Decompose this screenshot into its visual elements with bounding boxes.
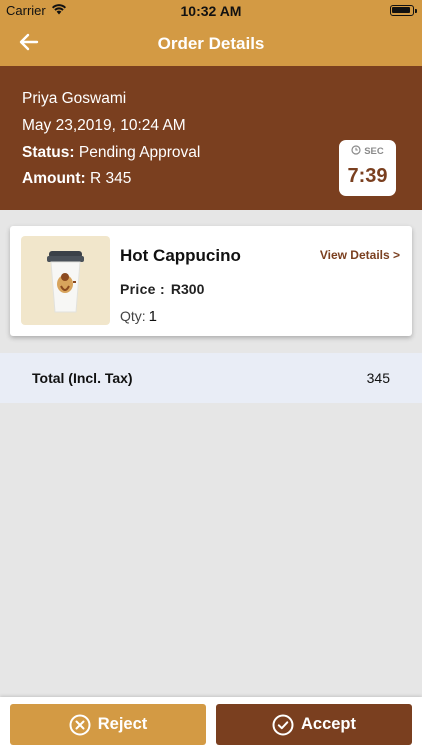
view-details-link[interactable]: View Details > — [320, 248, 400, 262]
accept-label: Accept — [300, 715, 357, 733]
price-value: R300 — [170, 281, 205, 297]
item-image — [21, 236, 110, 325]
reject-button[interactable]: Reject — [10, 704, 206, 745]
price-label: Price : — [120, 281, 165, 297]
amount-value: R 345 — [90, 170, 132, 187]
item-price: Price : R300 — [120, 281, 204, 297]
close-circle-icon — [69, 714, 91, 736]
nav-bar: Order Details — [0, 22, 422, 66]
timer-unit-row: SEC — [339, 145, 396, 158]
status-label: Status: — [22, 144, 75, 161]
order-item-card: Hot Cappucino View Details > Price : R300… — [10, 226, 412, 336]
qty-label: Qty: — [120, 308, 146, 324]
order-amount: Amount: R 345 — [22, 170, 131, 188]
battery-icon — [390, 5, 417, 16]
action-bar: Reject Accept — [0, 697, 422, 750]
countdown-timer: SEC 7:39 — [339, 140, 396, 196]
total-value: 345 — [366, 370, 390, 386]
order-date: May 23,2019, 10:24 AM — [22, 117, 186, 134]
status-time: 10:32 AM — [180, 3, 242, 19]
accept-button[interactable]: Accept — [216, 704, 412, 745]
customer-name: Priya Goswami — [22, 90, 127, 107]
timer-unit: SEC — [364, 146, 384, 157]
coffee-cup-icon — [21, 251, 110, 329]
clock-icon — [351, 145, 361, 158]
item-qty: Qty: 1 — [120, 308, 157, 325]
qty-value: 1 — [148, 308, 158, 325]
timer-value: 7:39 — [347, 165, 388, 187]
amount-label: Amount: — [22, 170, 86, 187]
item-name: Hot Cappucino — [120, 246, 241, 265]
total-row: Total (Incl. Tax) 345 — [0, 353, 422, 403]
order-status: Status: Pending Approval — [22, 144, 200, 162]
check-circle-icon — [272, 714, 294, 736]
reject-label: Reject — [97, 715, 148, 733]
status-bar: Carrier 10:32 AM — [0, 0, 422, 22]
total-label: Total (Incl. Tax) — [32, 370, 133, 386]
page-title: Order Details — [157, 34, 265, 53]
status-value: Pending Approval — [78, 144, 201, 161]
order-summary: Priya Goswami May 23,2019, 10:24 AM Stat… — [0, 66, 422, 210]
